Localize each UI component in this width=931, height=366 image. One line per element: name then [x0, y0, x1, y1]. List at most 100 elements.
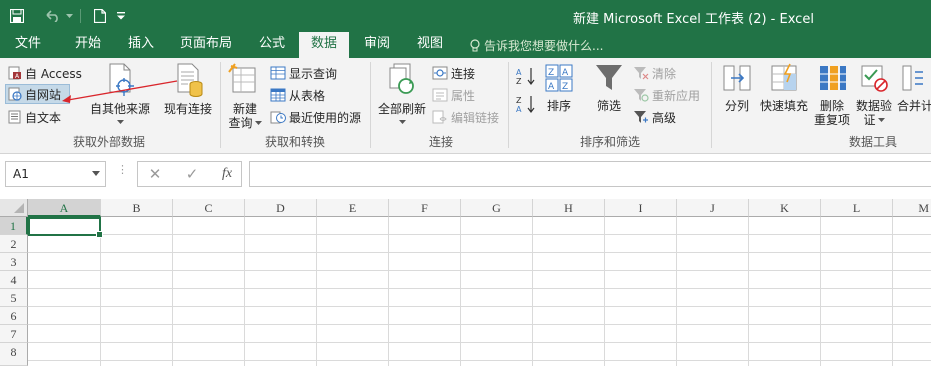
save-button[interactable] [6, 5, 28, 27]
remove-duplicates-button[interactable]: 删除 重复项 [812, 62, 852, 127]
tab-data[interactable]: 数据 [299, 32, 349, 58]
confirm-entry-button[interactable]: ✓ [180, 163, 204, 185]
chevron-down-icon[interactable] [92, 171, 100, 176]
edit-links-button[interactable]: 编辑链接 [432, 107, 499, 127]
reapply-filter-button[interactable]: 重新应用 [633, 85, 700, 105]
text-to-columns-icon [723, 65, 751, 91]
formula-bar-resize-handle[interactable]: ⋮ [117, 164, 128, 175]
customize-qat-button[interactable] [115, 5, 127, 27]
clear-filter-button[interactable]: 清除 [633, 63, 676, 83]
fx-icon: fx [221, 166, 233, 181]
column-header-h[interactable]: H [533, 199, 605, 217]
tab-view[interactable]: 视图 [406, 32, 454, 58]
tell-me-box[interactable]: 告诉我您想要做什么... [470, 37, 603, 54]
data-validation-label-1: 数据验 [855, 99, 892, 113]
svg-text:Z: Z [562, 82, 568, 92]
new-document-button[interactable] [89, 5, 111, 27]
row-header-8[interactable]: 8 [0, 343, 28, 366]
active-cell-a1[interactable] [28, 217, 103, 238]
sort-dialog-icon: Z AA Z [545, 64, 573, 92]
tab-file[interactable]: 文件 [0, 32, 56, 58]
from-text-label: 自文本 [25, 110, 62, 125]
clear-filter-label: 清除 [652, 66, 677, 81]
row-header-2[interactable]: 2 [0, 235, 28, 253]
sort-ascending-button[interactable]: AZ [516, 66, 536, 86]
advanced-filter-button[interactable]: 高级 [633, 107, 676, 127]
group-label-data-tools: 数据工具 [849, 135, 898, 149]
refresh-all-button[interactable]: 全部刷新 [374, 62, 430, 124]
chevron-down-icon [398, 120, 406, 124]
properties-button[interactable]: 属性 [432, 85, 475, 105]
tab-insert[interactable]: 插入 [116, 32, 166, 58]
flash-fill-button[interactable]: 快速填充 [758, 62, 810, 113]
cancel-entry-button[interactable]: ✕ [143, 163, 167, 185]
connections-button[interactable]: 连接 [432, 63, 475, 83]
consolidate-button[interactable]: 合并计 [897, 62, 931, 113]
new-query-button[interactable]: 新建 查询 [224, 62, 266, 130]
text-to-columns-button[interactable]: 分列 [718, 62, 756, 113]
data-validation-button[interactable]: 数据验 证 [853, 62, 895, 127]
undo-dropdown[interactable] [64, 5, 74, 27]
gridline [28, 306, 931, 307]
from-table-button[interactable]: 从表格 [270, 85, 325, 105]
row-header-1[interactable]: 1 [0, 217, 28, 235]
column-header-f[interactable]: F [389, 199, 461, 217]
column-header-k[interactable]: K [749, 199, 821, 217]
data-validation-label-2: 证 [863, 113, 885, 127]
column-header-e[interactable]: E [317, 199, 389, 217]
chevron-down-icon [65, 13, 73, 18]
tab-home[interactable]: 开始 [62, 32, 114, 58]
column-header-j[interactable]: J [677, 199, 749, 217]
sort-button[interactable]: ZAAZ 排序 [540, 62, 578, 113]
row-header-4[interactable]: 4 [0, 271, 28, 289]
customize-icon [117, 12, 125, 20]
column-header-g[interactable]: G [461, 199, 533, 217]
column-header-b[interactable]: B [101, 199, 173, 217]
sort-label: 排序 [546, 99, 571, 113]
show-queries-button[interactable]: 显示查询 [270, 63, 337, 83]
svg-text:Z: Z [516, 96, 522, 105]
column-header-c[interactable]: C [173, 199, 245, 217]
group-label-connections: 连接 [429, 135, 454, 149]
new-query-label-1: 新建 [232, 102, 257, 116]
row-header-3[interactable]: 3 [0, 253, 28, 271]
recent-sources-button[interactable]: 最近使用的源 [270, 107, 361, 127]
group-divider [508, 62, 509, 148]
column-header-m[interactable]: M [893, 199, 931, 217]
insert-function-button[interactable]: fx [215, 163, 239, 185]
tab-page-layout[interactable]: 页面布局 [170, 32, 242, 58]
filter-button[interactable]: 筛选 [590, 62, 628, 113]
properties-icon [432, 88, 448, 102]
tab-formulas[interactable]: 公式 [248, 32, 296, 58]
sort-descending-button[interactable]: ZA [516, 94, 536, 114]
column-header-a[interactable]: A [28, 199, 101, 217]
flash-fill-label: 快速填充 [759, 99, 808, 113]
gridline [748, 217, 749, 366]
title-bar: 新建 Microsoft Excel 工作表 (2) - Excel [0, 0, 931, 32]
row-header-7[interactable]: 7 [0, 325, 28, 343]
filter-label: 筛选 [596, 99, 621, 113]
from-text-button[interactable]: 自文本 [8, 107, 61, 127]
column-header-l[interactable]: L [821, 199, 893, 217]
row-header-6[interactable]: 6 [0, 307, 28, 325]
column-header-d[interactable]: D [245, 199, 317, 217]
formula-input[interactable] [249, 161, 931, 187]
show-queries-label: 显示查询 [289, 66, 338, 81]
table-icon [270, 88, 286, 102]
column-header-i[interactable]: I [605, 199, 677, 217]
advanced-filter-label: 高级 [652, 110, 677, 125]
select-all-button[interactable] [0, 199, 28, 217]
consolidate-label: 合并计 [897, 99, 931, 113]
name-box[interactable]: A1 [5, 161, 106, 187]
row-header-5[interactable]: 5 [0, 289, 28, 307]
from-table-label: 从表格 [289, 88, 326, 103]
remove-duplicates-label-2: 重复项 [813, 113, 850, 127]
svg-text:A: A [548, 82, 555, 92]
gridline [820, 217, 821, 366]
gridline [604, 217, 605, 366]
advanced-filter-icon [634, 111, 648, 123]
gridline [532, 217, 533, 366]
worksheet-grid[interactable]: A B C D E F G H I J K L M 1 2 3 4 5 6 7 … [0, 199, 931, 366]
undo-button[interactable] [42, 5, 64, 27]
tab-review[interactable]: 审阅 [352, 32, 402, 58]
